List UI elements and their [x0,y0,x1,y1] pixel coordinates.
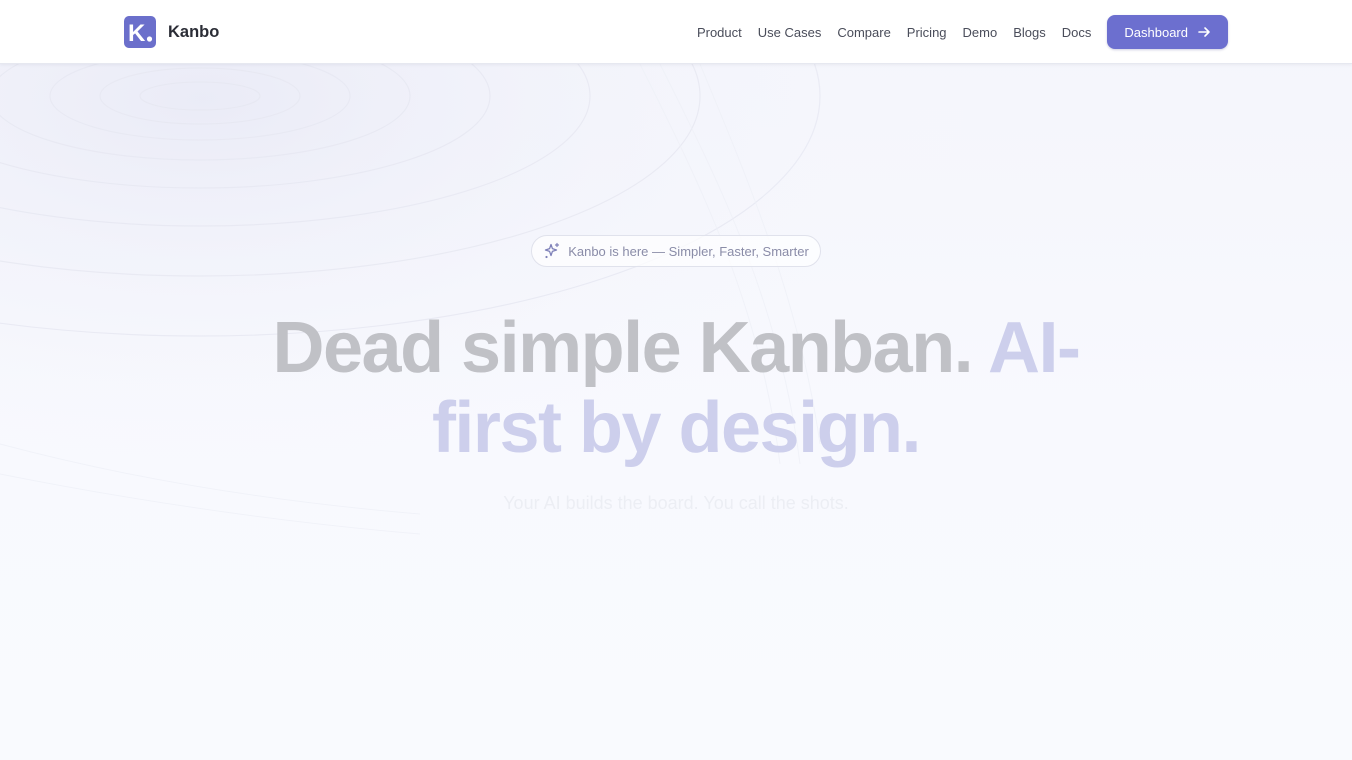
nav-item-use-cases[interactable]: Use Cases [758,25,822,40]
dashboard-button-label: Dashboard [1124,24,1188,40]
announcement-badge[interactable]: Kanbo is here — Simpler, Faster, Smarter [531,235,821,267]
hero-headline: Dead simple Kanban. AI-first by design. [226,308,1126,468]
brand[interactable]: K Kanbo [124,16,219,48]
hero-subheadline: Your AI builds the board. You call the s… [503,493,849,513]
kanbo-logo-icon: K [124,16,156,48]
brand-name: Kanbo [168,22,220,41]
main-nav: Product Use Cases Compare Pricing Demo B… [697,15,1228,49]
nav-item-product[interactable]: Product [697,25,742,40]
dashboard-button[interactable]: Dashboard [1107,15,1228,49]
announcement-text: Kanbo is here — Simpler, Faster, Smarter [568,243,809,259]
nav-item-compare[interactable]: Compare [837,25,890,40]
nav-item-demo[interactable]: Demo [963,25,998,40]
nav-item-blogs[interactable]: Blogs [1013,25,1046,40]
logo-letter: K [128,20,146,47]
arrow-right-icon [1198,27,1210,37]
nav-item-pricing[interactable]: Pricing [907,25,947,40]
nav-item-docs[interactable]: Docs [1062,25,1092,40]
sparkles-icon [545,242,560,259]
landing-page: K Kanbo Product Use Cases Compare Pricin… [0,0,1352,760]
headline-plain: Dead simple Kanban. [272,308,973,388]
top-navbar: K Kanbo Product Use Cases Compare Pricin… [0,0,1352,64]
